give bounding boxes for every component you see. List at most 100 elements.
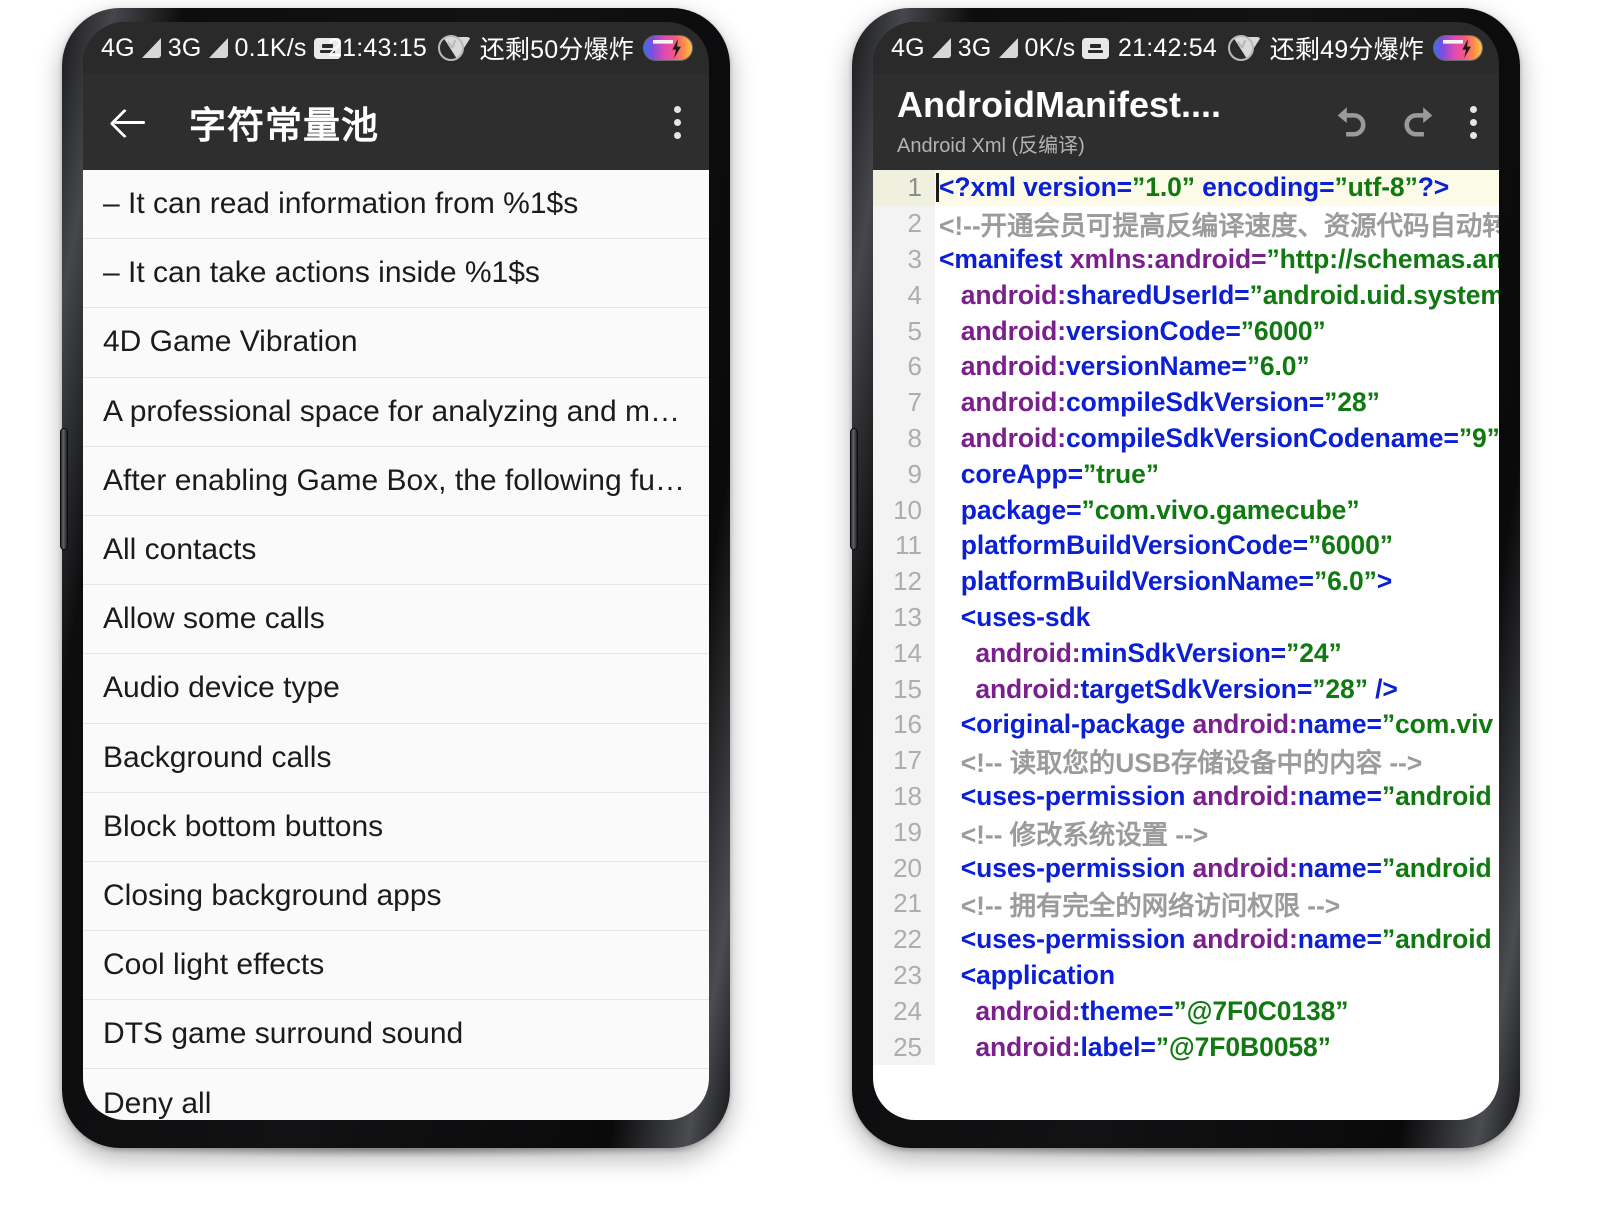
- code-line[interactable]: 3 <manifest xmlns:android=”http://schemas…: [873, 241, 1499, 278]
- list-item[interactable]: DTS game surround sound: [83, 1000, 709, 1070]
- left-phone-side-button[interactable]: [60, 428, 68, 550]
- code-line-text[interactable]: <!-- 读取您的USB存储设备中的内容 -->: [935, 741, 1422, 780]
- undo-icon[interactable]: [1328, 99, 1374, 145]
- code-line[interactable]: 23 <application: [873, 957, 1499, 994]
- code-editor[interactable]: 1 <?xml version=”1.0” encoding=”utf-8”?> 2…: [873, 170, 1499, 1120]
- left-phone-screen: 4G 3G 0.1K/s 21:43:15 还剩50分爆炸 字符常量池 – It…: [83, 22, 709, 1120]
- code-line[interactable]: 22 <uses-permission android:name=”androi…: [873, 921, 1499, 958]
- list-item[interactable]: Block bottom buttons: [83, 793, 709, 862]
- code-line-text[interactable]: <application: [935, 960, 1115, 991]
- list-item[interactable]: All contacts: [83, 516, 709, 586]
- code-line[interactable]: 9 coreApp=”true”: [873, 456, 1499, 493]
- file-title-group: AndroidManifest.... Android Xml (反编译): [897, 86, 1221, 158]
- code-line[interactable]: 20 <uses-permission android:name=”androi…: [873, 850, 1499, 886]
- code-line-text[interactable]: <!-- 拥有完全的网络访问权限 -->: [935, 884, 1340, 923]
- code-token-val: ”28”: [1312, 673, 1368, 704]
- code-line-text[interactable]: android:versionName=”6.0”: [935, 351, 1310, 382]
- code-line[interactable]: 21 <!-- 拥有完全的网络访问权限 -->: [873, 884, 1499, 923]
- code-token-val: ”24”: [1286, 637, 1342, 668]
- code-line-text[interactable]: <!--开通会员可提高反编译速度、资源代码自动转: [935, 204, 1499, 243]
- kebab-menu-icon[interactable]: [1464, 98, 1483, 147]
- code-line-text[interactable]: <uses-permission android:name=”android: [935, 924, 1492, 955]
- network-type-1: 4G: [891, 33, 925, 62]
- code-line[interactable]: 11 platformBuildVersionCode=”6000”: [873, 527, 1499, 564]
- list-item[interactable]: Allow some calls: [83, 585, 709, 655]
- code-line[interactable]: 24 android:theme=”@7F0C0138”: [873, 993, 1499, 1030]
- data-rate-label: 0.1K/s: [234, 33, 307, 62]
- code-line[interactable]: 6 android:versionName=”6.0”: [873, 348, 1499, 385]
- code-line[interactable]: 18 <uses-permission android:name=”androi…: [873, 778, 1499, 815]
- list-item[interactable]: Background calls: [83, 724, 709, 793]
- right-app-bar: AndroidManifest.... Android Xml (反编译): [873, 74, 1499, 170]
- code-token-attr: android:: [960, 279, 1066, 310]
- line-number: 20: [873, 850, 935, 886]
- code-line-text[interactable]: platformBuildVersionCode=”6000”: [935, 530, 1393, 561]
- editor-actions: [1314, 98, 1483, 147]
- code-line-text[interactable]: coreApp=”true”: [935, 459, 1159, 490]
- code-line-text[interactable]: <uses-permission android:name=”android: [935, 853, 1492, 884]
- list-item[interactable]: Deny all: [83, 1069, 709, 1120]
- code-line-text[interactable]: android:label=”@7F0B0058”: [935, 1032, 1331, 1063]
- code-line[interactable]: 10 package=”com.vivo.gamecube”: [873, 492, 1499, 528]
- code-line-text[interactable]: package=”com.vivo.gamecube”: [935, 495, 1360, 526]
- code-token-pln: [1063, 244, 1070, 274]
- line-number: 4: [873, 277, 935, 314]
- code-token-val: ”utf-8”: [1334, 172, 1418, 203]
- code-line[interactable]: 7 android:compileSdkVersion=”28”: [873, 384, 1499, 421]
- kebab-menu-icon[interactable]: [668, 98, 687, 147]
- code-line-text[interactable]: <uses-permission android:name=”android: [935, 781, 1492, 812]
- line-number: 22: [873, 921, 935, 958]
- code-line[interactable]: 14 android:minSdkVersion=”24”: [873, 635, 1499, 672]
- code-line[interactable]: 1 <?xml version=”1.0” encoding=”utf-8”?>: [873, 170, 1499, 206]
- line-number: 18: [873, 778, 935, 815]
- list-item[interactable]: Closing background apps: [83, 862, 709, 932]
- code-line[interactable]: 8 android:compileSdkVersionCodename=”9”: [873, 420, 1499, 457]
- code-line-text[interactable]: android:compileSdkVersion=”28”: [935, 387, 1380, 418]
- line-number: 25: [873, 1029, 935, 1065]
- code-line[interactable]: 16 <original-package android:name=”com.v…: [873, 706, 1499, 743]
- right-phone-side-button[interactable]: [850, 428, 858, 550]
- code-line[interactable]: 4 android:sharedUserId=”android.uid.syst…: [873, 277, 1499, 314]
- code-line-text[interactable]: android:versionCode=”6000”: [935, 316, 1326, 347]
- line-number: 7: [873, 384, 935, 421]
- string-constant-list[interactable]: – It can read information from %1$s – It …: [83, 170, 709, 1120]
- code-line[interactable]: 12 platformBuildVersionName=”6.0”>: [873, 563, 1499, 600]
- back-arrow-icon[interactable]: [107, 100, 151, 144]
- code-line-text[interactable]: platformBuildVersionName=”6.0”>: [935, 566, 1392, 597]
- list-item[interactable]: Cool light effects: [83, 931, 709, 1001]
- data-rate-label: 0K/s: [1024, 33, 1076, 62]
- code-token-attr: android:: [960, 422, 1066, 453]
- redo-icon[interactable]: [1396, 99, 1442, 145]
- code-line-text[interactable]: android:targetSdkVersion=”28” />: [935, 674, 1398, 705]
- list-item[interactable]: Audio device type: [83, 654, 709, 724]
- code-line[interactable]: 25 android:label=”@7F0B0058”: [873, 1029, 1499, 1065]
- code-line-text[interactable]: <original-package android:name=”com.viv: [935, 709, 1493, 740]
- line-number: 8: [873, 420, 935, 457]
- list-item[interactable]: – It can take actions inside %1$s: [83, 239, 709, 309]
- code-lines-container[interactable]: 1 <?xml version=”1.0” encoding=”utf-8”?> 2…: [873, 170, 1499, 1120]
- code-line[interactable]: 13 <uses-sdk: [873, 599, 1499, 636]
- code-line-text[interactable]: android:theme=”@7F0C0138”: [935, 996, 1348, 1027]
- code-token-pln: [939, 709, 961, 739]
- list-item[interactable]: 4D Game Vibration: [83, 308, 709, 378]
- code-line-text[interactable]: <?xml version=”1.0” encoding=”utf-8”?>: [935, 172, 1449, 203]
- code-line-text[interactable]: <uses-sdk: [935, 602, 1091, 633]
- code-line-text[interactable]: <manifest xmlns:android=”http://schemas.…: [935, 244, 1499, 275]
- code-line[interactable]: 5 android:versionCode=”6000”: [873, 313, 1499, 349]
- code-line-text[interactable]: android:minSdkVersion=”24”: [935, 637, 1342, 669]
- list-item[interactable]: A professional space for analyzing and m…: [83, 378, 709, 447]
- list-item[interactable]: – It can read information from %1$s: [83, 170, 709, 240]
- status-time: 21:42:54: [1118, 33, 1217, 62]
- code-line-text[interactable]: android:compileSdkVersionCodename=”9”: [935, 423, 1499, 454]
- code-token-ns: version=: [1023, 172, 1133, 203]
- code-line-text[interactable]: android:sharedUserId=”android.uid.system: [935, 280, 1499, 311]
- vivo-icon: [313, 37, 341, 59]
- list-item-label: Allow some calls: [103, 602, 325, 636]
- code-line[interactable]: 17 <!-- 读取您的USB存储设备中的内容 -->: [873, 741, 1499, 780]
- code-line[interactable]: 15 android:targetSdkVersion=”28” />: [873, 671, 1499, 707]
- code-line-text[interactable]: <!-- 修改系统设置 -->: [935, 813, 1208, 852]
- code-line[interactable]: 2 <!--开通会员可提高反编译速度、资源代码自动转: [873, 204, 1499, 243]
- code-token-pln: [939, 853, 961, 883]
- code-line[interactable]: 19 <!-- 修改系统设置 -->: [873, 813, 1499, 852]
- list-item[interactable]: After enabling Game Box, the following f…: [83, 447, 709, 516]
